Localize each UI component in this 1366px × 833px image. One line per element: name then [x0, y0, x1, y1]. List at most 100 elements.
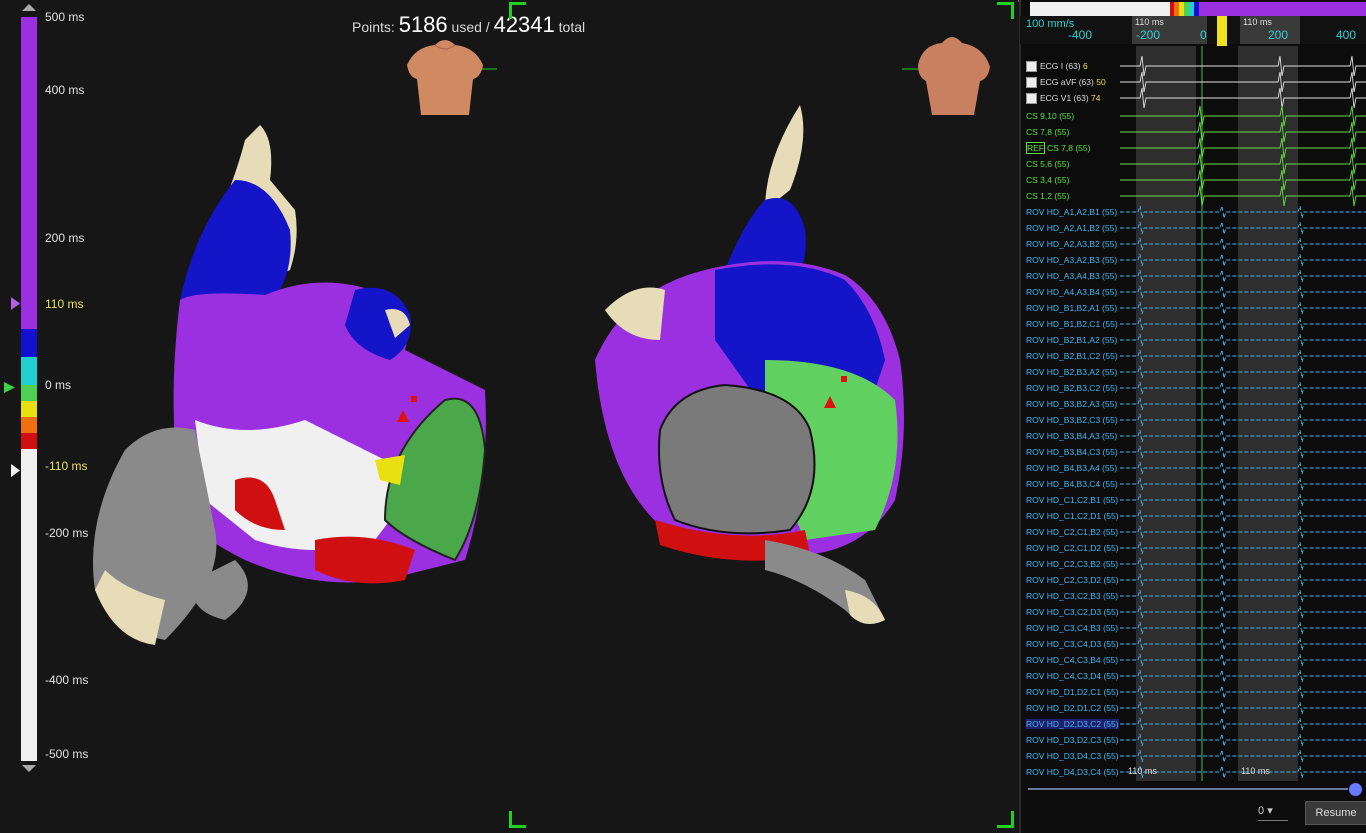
- channel-name: ECG I (63): [1040, 61, 1081, 71]
- channel-label[interactable]: CS 7,8 (55): [1026, 127, 1069, 137]
- play-icon[interactable]: [1349, 783, 1362, 796]
- channel-name: ROV HD_B3,B2,A3 (55): [1026, 399, 1118, 409]
- channel-name: ROV HD_D3,D2,C3 (55): [1026, 735, 1119, 745]
- channel-name: ROV HD_B4,B3,A4 (55): [1026, 463, 1118, 473]
- channel-name: ECG aVF (63): [1040, 77, 1094, 87]
- channel-name: ROV HD_B2,B1,C2 (55): [1026, 351, 1118, 361]
- colorbar-label: -110 ms: [45, 459, 88, 473]
- channel-label[interactable]: ROV HD_B2,B3,C2 (55): [1026, 383, 1118, 393]
- channel-label[interactable]: ROV HD_C3,C2,B3 (55): [1026, 591, 1118, 601]
- channel-name: ROV HD_B2,B1,A2 (55): [1026, 335, 1118, 345]
- channel-label[interactable]: ROV HD_B2,B1,A2 (55): [1026, 335, 1117, 345]
- channel-label[interactable]: ROV HD_C4,C3,D4 (55): [1026, 671, 1119, 681]
- channel-label[interactable]: ROV HD_C2,C1,D2 (55): [1026, 543, 1119, 553]
- channel-name: ROV HD_A3,A2,B3 (55): [1026, 255, 1118, 265]
- channel-name: CS 7,8 (55): [1047, 143, 1091, 153]
- channel-label[interactable]: ROV HD_C3,C4,D3 (55): [1026, 639, 1119, 649]
- channel-name: ROV HD_C2,C3,B2 (55): [1026, 559, 1119, 569]
- channel-value: 50: [1093, 77, 1106, 87]
- channel-label[interactable]: ROV HD_C1,C2,D1 (55): [1026, 511, 1119, 521]
- channel-label[interactable]: ROV HD_A2,A3,B2 (55): [1026, 239, 1117, 249]
- colorbar-segment: [21, 385, 37, 401]
- channel-label[interactable]: ROV HD_C4,C3,B4 (55): [1026, 655, 1118, 665]
- channel-checkbox[interactable]: [1026, 77, 1037, 89]
- channel-label[interactable]: CS 3,4 (55): [1026, 175, 1069, 185]
- channel-label[interactable]: ROV HD_B3,B4,A3 (55): [1026, 431, 1117, 441]
- lower-limit-marker[interactable]: [11, 464, 20, 477]
- channel-label[interactable]: CS 9,10 (55): [1026, 111, 1074, 121]
- map-viewport[interactable]: 500 ms 400 ms 200 ms 110 ms 0 ms -110 ms -200 …: [0, 0, 1018, 833]
- channel-name: ROV HD_C3,C2,D3 (55): [1026, 607, 1119, 617]
- channel-label[interactable]: ROV HD_D2,D1,C2 (55): [1026, 703, 1119, 713]
- channel-label[interactable]: ROV HD_B2,B3,A2 (55): [1026, 367, 1117, 377]
- channel-label[interactable]: ROV HD_C2,C1,B2 (55): [1026, 527, 1118, 537]
- channel-label[interactable]: ROV HD_C1,C2,B1 (55): [1026, 495, 1118, 505]
- channel-name: ROV HD_C3,C4,B3 (55): [1026, 623, 1119, 633]
- channel-label[interactable]: ROV HD_B2,B1,C2 (55): [1026, 351, 1118, 361]
- channel-name: ROV HD_C2,C3,D2 (55): [1026, 575, 1119, 585]
- colorbar-up-arrow[interactable]: [22, 4, 36, 11]
- torso-orientation-icon-left[interactable]: [385, 25, 505, 120]
- channel-label[interactable]: ROV HD_C3,C4,B3 (55): [1026, 623, 1118, 633]
- window-left-label: 110 ms: [1135, 17, 1164, 27]
- channel-label[interactable]: ROV HD_B1,B2,A1 (55): [1026, 303, 1117, 313]
- channel-label[interactable]: ROV HD_A2,A1,B2 (55): [1026, 223, 1117, 233]
- channel-label[interactable]: ROV HD_A1,A2,B1 (55): [1026, 207, 1117, 217]
- channel-name: ROV HD_B3,B4,A3 (55): [1026, 431, 1118, 441]
- channel-label[interactable]: ECG V1 (63) 74: [1026, 93, 1100, 105]
- activation-map-left-view[interactable]: [85, 120, 495, 660]
- colorbar-segment: [21, 357, 37, 385]
- channel-label[interactable]: ROV HD_D3,D2,C3 (55): [1026, 735, 1119, 745]
- channel-checkbox[interactable]: [1026, 93, 1037, 105]
- scale-tick-label: -400: [1068, 28, 1093, 42]
- colorbar-segment: [21, 17, 37, 329]
- channel-checkbox[interactable]: [1026, 61, 1037, 73]
- viewport-corner-tr: [997, 2, 1014, 19]
- channel-label[interactable]: ROV HD_A4,A3,B4 (55): [1026, 287, 1117, 297]
- channel-label[interactable]: ROV HD_B3,B2,C3 (55): [1026, 415, 1118, 425]
- channel-name: ROV HD_B3,B4,C3 (55): [1026, 447, 1118, 457]
- colorbar-label: -200 ms: [45, 526, 89, 540]
- channel-label[interactable]: ROV HD_A3,A2,B3 (55): [1026, 255, 1117, 265]
- channel-name: ROV HD_C4,C3,D4 (55): [1026, 671, 1119, 681]
- zoom-select[interactable]: 0 ▾: [1258, 804, 1288, 821]
- channel-label[interactable]: ECG I (63) 6: [1026, 61, 1088, 73]
- channel-label[interactable]: ROV HD_B3,B4,C3 (55): [1026, 447, 1118, 457]
- channel-name: ROV HD_D1,D2,C1 (55): [1026, 687, 1119, 697]
- channel-label[interactable]: ROV HD_C3,C2,D3 (55): [1026, 607, 1119, 617]
- activation-map-right-view[interactable]: [565, 100, 925, 640]
- channel-label[interactable]: ROV HD_B4,B3,A4 (55): [1026, 463, 1117, 473]
- channel-label[interactable]: CS 5,6 (55): [1026, 159, 1069, 169]
- colorbar-segment: [21, 417, 37, 433]
- viewport-corner-tl: [509, 2, 526, 19]
- channel-name: CS 1,2 (55): [1026, 191, 1070, 201]
- channel-label[interactable]: CS 1,2 (55): [1026, 191, 1069, 201]
- channel-label[interactable]: ROV HD_A3,A4,B3 (55): [1026, 271, 1117, 281]
- colorbar-segment: [21, 329, 37, 357]
- channel-label[interactable]: ROV HD_D3,D4,C3 (55): [1026, 751, 1119, 761]
- channel-name: ROV HD_A3,A4,B3 (55): [1026, 271, 1118, 281]
- channel-label[interactable]: ROV HD_C2,C3,B2 (55): [1026, 559, 1118, 569]
- window-timeline-bar[interactable]: [1030, 2, 1366, 16]
- channel-name: ROV HD_B4,B3,C4 (55): [1026, 479, 1118, 489]
- channel-label[interactable]: ECG aVF (63) 50: [1026, 77, 1106, 89]
- channel-label[interactable]: ROV HD_D2,D3,C2 (55): [1026, 719, 1119, 729]
- channel-name: ROV HD_D3,D4,C3 (55): [1026, 751, 1119, 761]
- scale-tick-label: -200: [1136, 28, 1161, 42]
- channel-label[interactable]: ROV HD_B3,B2,A3 (55): [1026, 399, 1117, 409]
- channel-label[interactable]: ROV HD_B4,B3,C4 (55): [1026, 479, 1118, 489]
- upper-limit-marker[interactable]: [11, 297, 20, 310]
- channel-name: ROV HD_C4,C3,B4 (55): [1026, 655, 1119, 665]
- colorbar-down-arrow[interactable]: [22, 765, 36, 772]
- channel-label[interactable]: ROV HD_B1,B2,C1 (55): [1026, 319, 1118, 329]
- channel-label[interactable]: ROV HD_D4,D3,C4 (55): [1026, 767, 1119, 777]
- channel-value: 6: [1080, 61, 1088, 71]
- resume-button[interactable]: Resume: [1305, 801, 1366, 825]
- channel-label[interactable]: ROV HD_C2,C3,D2 (55): [1026, 575, 1119, 585]
- channel-label[interactable]: REF CS 7,8 (55): [1026, 142, 1091, 154]
- zero-marker[interactable]: [4, 382, 15, 393]
- playback-timeline[interactable]: [1028, 788, 1348, 790]
- channel-label[interactable]: ROV HD_D1,D2,C1 (55): [1026, 687, 1119, 697]
- viewport-corner-bl: [509, 811, 526, 828]
- activation-colorbar[interactable]: [21, 17, 37, 761]
